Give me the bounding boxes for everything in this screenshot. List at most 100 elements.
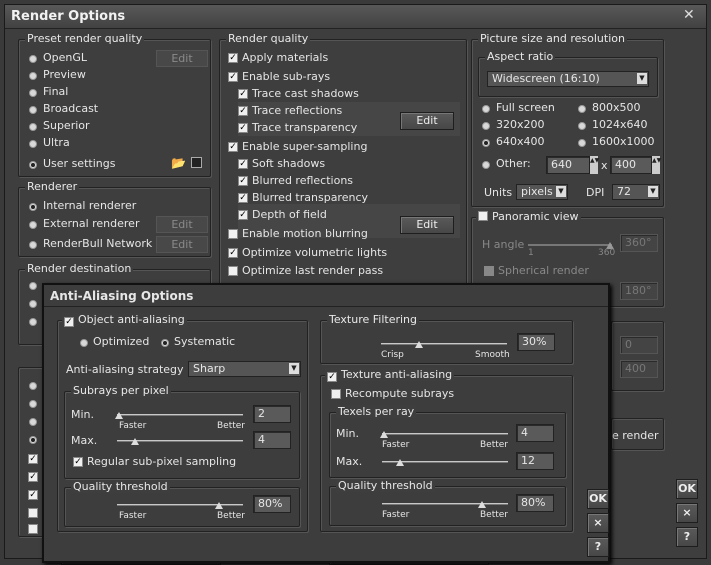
radio-hidden-3[interactable] <box>29 418 37 426</box>
regular-sampling-label[interactable]: Regular sub-pixel sampling <box>87 455 236 468</box>
super-sampling-label[interactable]: Enable super-sampling <box>242 140 367 153</box>
texture-filtering-field[interactable]: 30% <box>517 333 555 351</box>
radio-broadcast[interactable] <box>29 106 37 114</box>
motion-blur-label[interactable]: Enable motion blurring <box>242 227 368 240</box>
folder-open-icon[interactable]: 📂 <box>171 156 186 170</box>
render-button-label[interactable]: e render <box>612 429 659 442</box>
reflections-checkbox[interactable]: ✓ <box>238 106 248 116</box>
texels-min-field[interactable]: 4 <box>516 424 554 442</box>
internal-renderer-label[interactable]: Internal renderer <box>43 199 136 212</box>
radio-final[interactable] <box>29 89 37 97</box>
radio-superior[interactable] <box>29 123 37 131</box>
subrays-min-slider[interactable] <box>117 414 243 416</box>
transparency-label[interactable]: Trace transparency <box>252 121 357 134</box>
strategy-select[interactable]: Sharp ▼ <box>188 361 301 377</box>
depth-of-field-label[interactable]: Depth of field <box>252 208 327 221</box>
checkbox-hidden-1[interactable]: ✓ <box>28 454 38 464</box>
last-render-pass-checkbox[interactable] <box>228 266 238 276</box>
subrays-max-thumb[interactable] <box>131 438 139 445</box>
texels-max-thumb[interactable] <box>396 459 404 466</box>
radio-destination-1[interactable] <box>29 282 37 290</box>
aspect-ratio-select[interactable]: Widescreen (16:10) ▼ <box>487 71 649 87</box>
checkbox-hidden-3[interactable]: ✓ <box>28 490 38 500</box>
radio-hidden-1[interactable] <box>29 382 37 390</box>
preset-final-label[interactable]: Final <box>43 85 68 98</box>
super-sampling-edit-button[interactable]: Edit <box>400 216 454 234</box>
volumetric-lights-checkbox[interactable]: ✓ <box>228 248 238 258</box>
units-select[interactable]: pixels ▼ <box>516 184 568 200</box>
title-bar[interactable]: Render Options ✕ <box>5 5 706 29</box>
hidden-field-b[interactable]: 400 <box>620 360 658 378</box>
spherical-label[interactable]: Spherical render <box>498 264 589 277</box>
cancel-button[interactable]: × <box>676 503 698 523</box>
depth-of-field-checkbox[interactable]: ✓ <box>238 210 248 220</box>
subrays-min-field[interactable]: 2 <box>253 405 291 423</box>
renderbull-label[interactable]: RenderBull Network <box>43 237 152 250</box>
texture-quality-slider[interactable] <box>382 503 508 505</box>
hidden-field-a[interactable]: 0 <box>620 336 658 354</box>
size-320-label[interactable]: 320x200 <box>496 118 545 131</box>
texels-min-slider[interactable] <box>382 433 508 435</box>
preset-preview-label[interactable]: Preview <box>43 68 86 81</box>
h-angle-slider[interactable] <box>528 244 612 246</box>
texture-quality-thumb[interactable] <box>478 501 486 508</box>
super-sampling-checkbox[interactable]: ✓ <box>228 142 238 152</box>
v-angle-field[interactable]: 180° <box>620 282 658 300</box>
external-renderer-label[interactable]: External renderer <box>43 217 139 230</box>
preset-opengl-label[interactable]: OpenGL <box>43 51 87 64</box>
size-1600-label[interactable]: 1600x1000 <box>592 135 655 148</box>
size-800-label[interactable]: 800x500 <box>592 101 641 114</box>
network-edit-button[interactable]: Edit <box>156 236 208 253</box>
radio-640x400[interactable] <box>482 139 490 147</box>
close-icon[interactable]: ✕ <box>683 7 695 23</box>
preset-edit-button[interactable]: Edit <box>156 50 208 67</box>
sub-rays-edit-button[interactable]: Edit <box>400 112 454 130</box>
radio-hidden-4[interactable] <box>29 436 37 444</box>
radio-preview[interactable] <box>29 72 37 80</box>
full-screen-label[interactable]: Full screen <box>496 101 555 114</box>
soft-shadows-label[interactable]: Soft shadows <box>252 157 325 170</box>
radio-1600x1000[interactable] <box>578 139 586 147</box>
help-button[interactable]: ? <box>676 527 698 547</box>
radio-optimized[interactable] <box>80 339 88 347</box>
subrays-max-field[interactable]: 4 <box>253 431 291 449</box>
ok-button[interactable]: OK <box>676 479 698 499</box>
texture-filtering-thumb[interactable] <box>415 341 423 348</box>
checkbox-hidden-5[interactable] <box>28 524 38 534</box>
size-1024-label[interactable]: 1024x640 <box>592 118 648 131</box>
radio-1024x640[interactable] <box>578 122 586 130</box>
apply-materials-checkbox[interactable]: ✓ <box>228 53 238 63</box>
panoramic-title[interactable]: Panoramic view <box>492 210 579 223</box>
object-quality-thumb[interactable] <box>215 502 223 509</box>
cast-shadows-checkbox[interactable]: ✓ <box>238 89 248 99</box>
blurred-reflections-checkbox[interactable]: ✓ <box>238 176 248 186</box>
last-render-pass-label[interactable]: Optimize last render pass <box>242 264 383 277</box>
radio-ultra[interactable] <box>29 140 37 148</box>
radio-internal-renderer[interactable] <box>29 203 37 211</box>
h-angle-field[interactable]: 360° <box>620 234 658 252</box>
blurred-reflections-label[interactable]: Blurred reflections <box>252 174 353 187</box>
apply-materials-label[interactable]: Apply materials <box>242 51 328 64</box>
volumetric-lights-label[interactable]: Optimize volumetric lights <box>242 246 387 259</box>
texture-aa-checkbox[interactable]: ✓ <box>327 372 337 382</box>
subrays-min-thumb[interactable] <box>115 412 123 419</box>
radio-opengl[interactable] <box>29 55 37 63</box>
aa-title-bar[interactable]: Anti-Aliasing Options <box>44 285 608 307</box>
texels-max-field[interactable]: 12 <box>516 452 554 470</box>
aa-help-button[interactable]: ? <box>587 537 609 557</box>
optimized-label[interactable]: Optimized <box>93 335 149 348</box>
recompute-subrays-label[interactable]: Recompute subrays <box>345 387 454 400</box>
checkbox-hidden-2[interactable]: ✓ <box>28 472 38 482</box>
panoramic-checkbox[interactable] <box>478 211 488 221</box>
aa-cancel-button[interactable]: × <box>587 513 609 533</box>
width-spinner[interactable]: ▲▼ <box>590 156 599 174</box>
texels-min-thumb[interactable] <box>380 431 388 438</box>
render-button-group[interactable]: e render <box>611 418 664 450</box>
object-quality-slider[interactable] <box>117 504 243 506</box>
radio-renderbull-network[interactable] <box>29 241 37 249</box>
systematic-label[interactable]: Systematic <box>174 335 235 348</box>
aa-ok-button[interactable]: OK <box>587 489 609 509</box>
transparency-checkbox[interactable]: ✓ <box>238 123 248 133</box>
radio-systematic[interactable] <box>161 339 169 347</box>
height-spinner[interactable]: ▲▼ <box>652 156 661 174</box>
